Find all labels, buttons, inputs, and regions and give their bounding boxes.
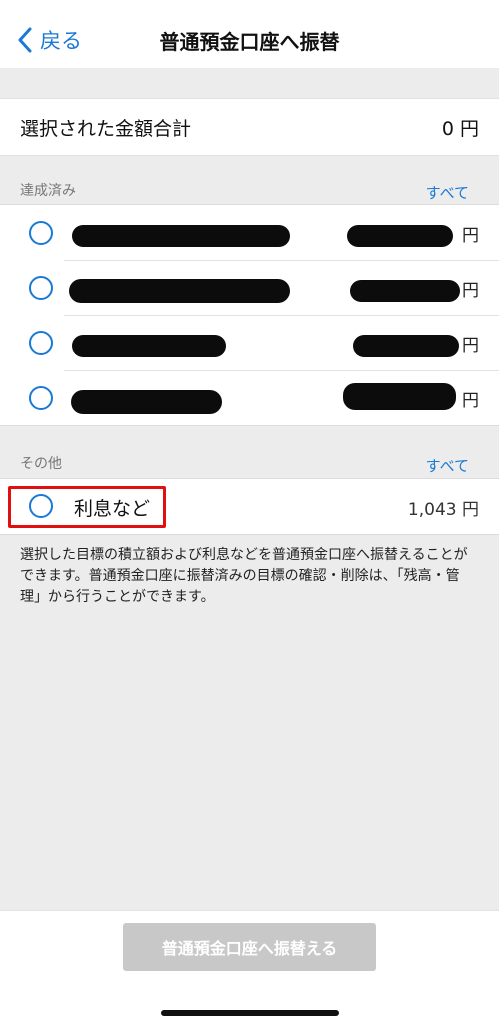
selected-total-label: 選択された金額合計 <box>20 118 192 140</box>
yen-unit: 円 <box>462 391 479 411</box>
redacted-goal-name <box>71 390 222 414</box>
achieved-section-title: 達成済み <box>20 183 76 199</box>
radio-button[interactable] <box>29 331 53 355</box>
selected-total-value: 0 円 <box>441 118 479 140</box>
radio-button[interactable] <box>29 276 53 300</box>
radio-button[interactable] <box>29 221 53 245</box>
home-indicator[interactable] <box>161 1010 339 1016</box>
achieved-list: 円 円 円 円 <box>0 204 499 426</box>
list-item[interactable]: 円 <box>0 370 499 425</box>
list-item[interactable]: 円 <box>0 315 499 370</box>
other-select-all-link[interactable]: すべて <box>426 455 469 476</box>
redacted-goal-name <box>72 225 290 247</box>
selected-total-row: 選択された金額合計 0 円 <box>0 98 499 156</box>
redacted-goal-amount <box>347 225 453 247</box>
other-section-title: その他 <box>20 456 62 472</box>
interest-amount: 1,043 円 <box>407 500 479 520</box>
annotation-highlight-box <box>8 486 166 528</box>
list-item[interactable]: 円 <box>0 260 499 315</box>
redacted-goal-name <box>69 279 290 303</box>
achieved-select-all-link[interactable]: すべて <box>426 182 469 203</box>
redacted-goal-amount <box>343 383 456 410</box>
redacted-goal-name <box>72 335 226 357</box>
bottom-bar: 普通預金口座へ振替える <box>0 910 499 1025</box>
transfer-submit-button[interactable]: 普通預金口座へ振替える <box>123 923 376 971</box>
radio-button[interactable] <box>29 386 53 410</box>
redacted-goal-amount <box>350 280 460 302</box>
explanation-text: 選択した目標の積立額および利息などを普通預金口座へ振替えることができます。普通預… <box>20 547 468 605</box>
list-item[interactable]: 円 <box>0 205 499 260</box>
yen-unit: 円 <box>462 226 479 246</box>
yen-unit: 円 <box>462 336 479 356</box>
redacted-goal-amount <box>353 335 459 357</box>
nav-bar: 戻る 普通預金口座へ振替 <box>0 0 499 68</box>
yen-unit: 円 <box>462 281 479 301</box>
page-title: 普通預金口座へ振替 <box>159 30 340 54</box>
